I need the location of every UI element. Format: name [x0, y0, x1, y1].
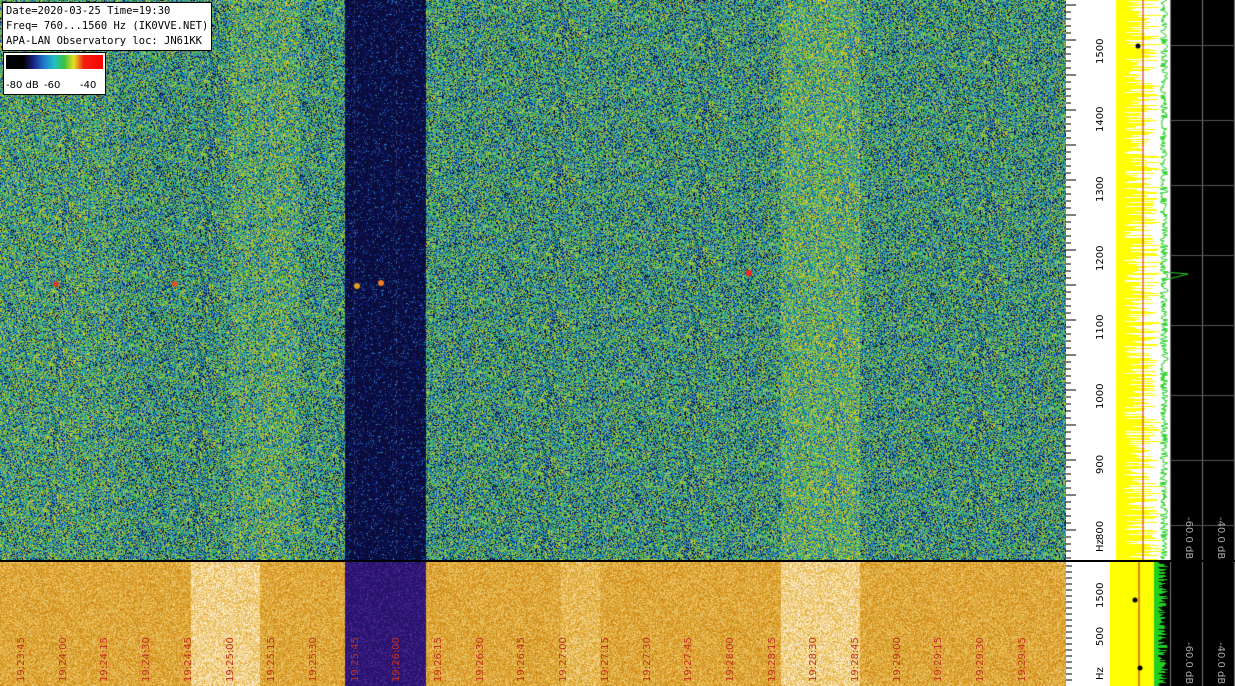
observatory-label: APA-LAN Observatory loc: JN61KK	[6, 35, 202, 47]
time-tick-label: 19:25:00	[224, 637, 236, 682]
time-tick-label: 19:23:45	[16, 637, 27, 682]
frequency-axis-ticks	[1066, 4, 1076, 559]
wideband-waterfall	[0, 562, 1066, 686]
spectrum-scale-label-min: -60.0 dB	[1183, 517, 1194, 560]
frequency-range-label: Freq= 760...1560 Hz (IK0VVE.NET)	[6, 20, 209, 32]
time-tick-label: 19:24:15	[99, 637, 111, 682]
time-tick-label: 19:29:30	[975, 637, 987, 682]
time-tick-label: 19:25:45	[349, 637, 361, 682]
frequency-tick-label: 900	[1095, 454, 1106, 474]
frequency-unit-label: Hz	[1095, 667, 1106, 680]
frequency-tick-label: 1500	[1095, 582, 1106, 608]
frequency-tick-label: 1500	[1095, 38, 1106, 64]
color-scale-legend: -80 dB -60 -40	[3, 52, 106, 95]
time-tick-label: 19:25:30	[307, 637, 319, 682]
time-tick-label: 19:29:15	[933, 637, 945, 682]
time-tick-label: 19:27:00	[558, 637, 570, 682]
frequency-axis-wideband: 500 1500 Hz	[1066, 562, 1110, 686]
time-tick-label: 19:27:45	[683, 637, 695, 682]
frequency-tick-label: 800	[1095, 520, 1106, 540]
scale-label-mid: -60	[44, 80, 61, 91]
spectrum-scale-label-max: -40.0 dB	[1215, 517, 1226, 560]
time-tick-label: 19:28:00	[724, 637, 736, 682]
frequency-unit-label: Hz	[1095, 539, 1106, 552]
scale-label-max: -40	[80, 80, 97, 91]
frequency-tick-label: 1300	[1095, 176, 1106, 202]
time-tick-label: 19:27:15	[599, 637, 611, 682]
frequency-tick-label: 1000	[1095, 383, 1106, 409]
time-tick-label: 19:25:15	[266, 637, 278, 682]
color-scale-gradient	[6, 55, 103, 69]
info-header: Date=2020-03-25 Time=19:30 Freq= 760...1…	[2, 2, 213, 51]
time-tick-label: 19:28:15	[766, 637, 778, 682]
time-tick-label: 19:26:00	[391, 637, 403, 682]
panel-divider	[0, 560, 1235, 562]
time-tick-label: 19:24:45	[182, 637, 194, 682]
frequency-tick-label: 1100	[1095, 314, 1106, 340]
frequency-tick-label: 1400	[1095, 106, 1106, 132]
time-tick-label: 19:27:30	[641, 637, 653, 682]
time-tick-label: 19:29:45	[1016, 637, 1028, 682]
time-tick-label: 19:24:00	[57, 637, 69, 682]
scale-label-min: -80 dB	[6, 80, 39, 91]
date-time-label: Date=2020-03-25 Time=19:30	[6, 5, 171, 17]
time-tick-label: 19:29:00	[891, 637, 903, 682]
time-tick-label: 19:28:45	[850, 637, 861, 682]
spectrum-scale-label-max-wideband: -40.0 dB	[1215, 642, 1226, 685]
time-tick-label: 19:28:30	[808, 637, 820, 682]
spectrum-plot	[1110, 0, 1235, 560]
time-tick-label: 19:26:15	[433, 637, 444, 682]
time-tick-label: 19:26:30	[474, 637, 486, 682]
time-tick-label: 19:26:45	[516, 637, 528, 682]
time-tick-label: 19:24:30	[141, 637, 153, 682]
spectrum-scale-label-min-wideband: -60.0 dB	[1183, 642, 1194, 685]
frequency-tick-label: 500	[1095, 626, 1106, 646]
frequency-tick-label: 1200	[1095, 245, 1106, 271]
waterfall-spectrogram	[0, 0, 1066, 560]
frequency-axis: 800 900 1000 1100 1200 1300 1400 1500 Hz	[1066, 0, 1110, 560]
